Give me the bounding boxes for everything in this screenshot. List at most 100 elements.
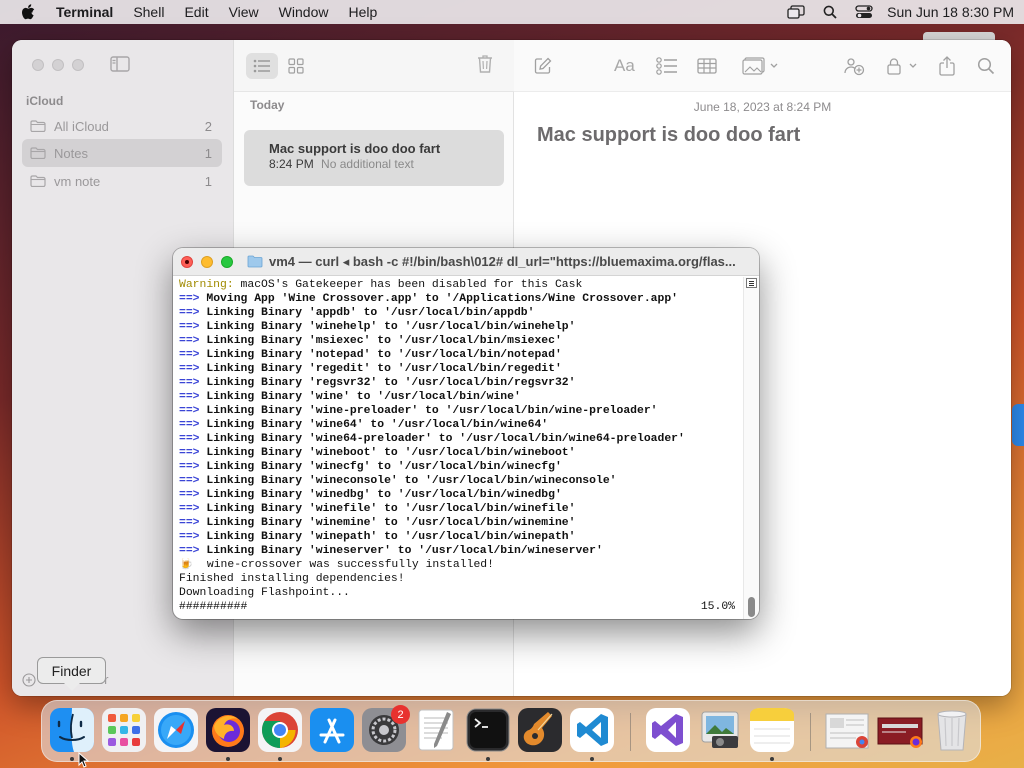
dock-notes-icon[interactable]	[750, 708, 794, 752]
dock-preview-icon[interactable]	[698, 708, 742, 752]
arrow-marker: ==>	[179, 461, 200, 473]
terminal-line: Downloading Flashpoint...	[179, 587, 350, 599]
dock-vscode-icon[interactable]	[570, 708, 614, 752]
dock-trash-icon[interactable]	[930, 708, 974, 752]
dock-tooltip: Finder	[37, 657, 106, 684]
lock-button[interactable]	[885, 55, 919, 77]
terminal-line: ==> Linking Binary 'winefile' to '/usr/l…	[179, 502, 739, 516]
share-button[interactable]	[938, 55, 956, 77]
arrow-marker: ==>	[179, 391, 200, 403]
dock-textedit-icon[interactable]	[414, 708, 458, 752]
arrow-marker: ==>	[179, 545, 200, 557]
note-list-item[interactable]: Mac support is doo doo fart 8:24 PM No a…	[244, 130, 504, 186]
sidebar-heading-icloud: iCloud	[26, 94, 64, 108]
spotlight-search-icon[interactable]	[813, 0, 847, 24]
screen-mirroring-icon[interactable]	[779, 0, 813, 24]
beer-icon: 🍺	[179, 559, 194, 571]
folder-vm-note[interactable]: vm note 1	[22, 167, 222, 195]
apple-menu-icon[interactable]	[10, 0, 46, 24]
dock-separator	[630, 713, 631, 751]
menu-help[interactable]: Help	[338, 0, 387, 24]
terminal-titlebar[interactable]: vm4 — curl ◂ bash -c #!/bin/bash\012# dl…	[173, 248, 759, 276]
success-text: wine-crossover was successfully installe…	[193, 559, 494, 571]
menu-clock[interactable]: Sun Jun 18 8:30 PM	[881, 4, 1014, 20]
arrow-marker: ==>	[179, 377, 200, 389]
minimize-button[interactable]	[52, 59, 64, 71]
arrow-marker: ==>	[179, 307, 200, 319]
terminal-line: ==> Linking Binary 'wineserver' to '/usr…	[179, 544, 739, 558]
control-center-icon[interactable]	[847, 0, 881, 24]
dock-app-store-icon[interactable]	[310, 708, 354, 752]
format-text-icon[interactable]: Aa	[614, 55, 635, 77]
compose-button[interactable]	[534, 55, 552, 77]
menu-view[interactable]: View	[219, 0, 269, 24]
terminal-output[interactable]: Warning: macOS's Gatekeeper has been dis…	[179, 277, 739, 617]
arrow-line-text: Linking Binary 'wineserver' to '/usr/loc…	[206, 545, 603, 557]
table-icon	[697, 58, 717, 74]
terminal-zoom-button[interactable]	[221, 255, 233, 268]
arrow-line-text: Linking Binary 'notepad' to '/usr/local/…	[206, 349, 562, 361]
note-item-time: 8:24 PM	[269, 157, 314, 171]
sidebar-toggle-icon[interactable]	[110, 56, 130, 72]
list-view-button[interactable]	[246, 53, 278, 79]
dock-downloads-stack-icon[interactable]	[824, 708, 869, 752]
media-button[interactable]	[742, 55, 778, 77]
arrow-marker: ==>	[179, 363, 200, 375]
arrow-marker: ==>	[179, 321, 200, 333]
menu-edit[interactable]: Edit	[174, 0, 218, 24]
search-button[interactable]	[977, 55, 995, 77]
arrow-line-text: Linking Binary 'wine64-preloader' to '/u…	[206, 433, 685, 445]
collaborate-button[interactable]	[843, 55, 865, 77]
terminal-line: ==> Linking Binary 'msiexec' to '/usr/lo…	[179, 334, 739, 348]
menu-app-name[interactable]: Terminal	[46, 0, 123, 24]
dock-documents-stack-icon[interactable]	[876, 708, 923, 752]
terminal-scrollbar[interactable]	[743, 277, 759, 619]
folder-icon	[30, 120, 46, 132]
terminal-line: ==> Linking Binary 'regsvr32' to '/usr/l…	[179, 376, 739, 390]
running-indicator	[70, 757, 74, 761]
arrow-line-text: Linking Binary 'wine-preloader' to '/usr…	[206, 405, 658, 417]
delete-note-button[interactable]	[477, 54, 493, 74]
plus-circle-icon	[22, 672, 36, 687]
terminal-line: ==> Linking Binary 'winecfg' to '/usr/lo…	[179, 460, 739, 474]
terminal-minimize-button[interactable]	[201, 255, 213, 268]
menu-window[interactable]: Window	[269, 0, 339, 24]
folder-notes[interactable]: Notes 1	[22, 139, 222, 167]
terminal-line: ==> Linking Binary 'appdb' to '/usr/loca…	[179, 306, 739, 320]
dock-terminal-icon[interactable]	[466, 708, 510, 752]
notes-list-toolbar	[234, 40, 515, 92]
note-title[interactable]: Mac support is doo doo fart	[537, 124, 800, 147]
note-item-preview: No additional text	[321, 157, 414, 171]
arrow-line-text: Linking Binary 'wine' to '/usr/local/bin…	[206, 391, 521, 403]
folder-icon	[30, 147, 46, 159]
editor-toolbar: Aa	[514, 40, 1011, 92]
checklist-button[interactable]	[656, 55, 678, 77]
arrow-marker: ==>	[179, 405, 200, 417]
close-button[interactable]	[32, 59, 44, 71]
dock-firefox-icon[interactable]	[206, 708, 250, 752]
folder-all-icloud[interactable]: All iCloud 2	[22, 112, 222, 140]
arrow-line-text: Linking Binary 'winecfg' to '/usr/local/…	[206, 461, 562, 473]
dock-finder-icon[interactable]	[50, 708, 94, 752]
arrow-marker: ==>	[179, 349, 200, 361]
terminal-progress-line: ########## 15.0%	[179, 600, 739, 614]
gallery-view-button[interactable]	[280, 53, 312, 79]
table-button[interactable]	[697, 55, 717, 77]
dock-safari-icon[interactable]	[154, 708, 198, 752]
arrow-line-text: Linking Binary 'appdb' to '/usr/local/bi…	[206, 307, 535, 319]
marks-icon[interactable]	[746, 278, 757, 288]
arrow-line-text: Linking Binary 'wineboot' to '/usr/local…	[206, 447, 576, 459]
dock-launchpad-icon[interactable]	[102, 708, 146, 752]
warning-label: Warning:	[179, 279, 234, 291]
arrow-marker: ==>	[179, 293, 200, 305]
zoom-button[interactable]	[72, 59, 84, 71]
scroll-thumb[interactable]	[748, 597, 755, 617]
menu-shell[interactable]: Shell	[123, 0, 174, 24]
dock-chrome-icon[interactable]	[258, 708, 302, 752]
share-icon	[939, 56, 955, 76]
dock	[41, 700, 981, 762]
dock-visual-studio-icon[interactable]	[646, 708, 690, 752]
terminal-close-button[interactable]	[181, 255, 193, 268]
dock-garageband-icon[interactable]	[518, 708, 562, 752]
checklist-icon	[656, 57, 677, 75]
